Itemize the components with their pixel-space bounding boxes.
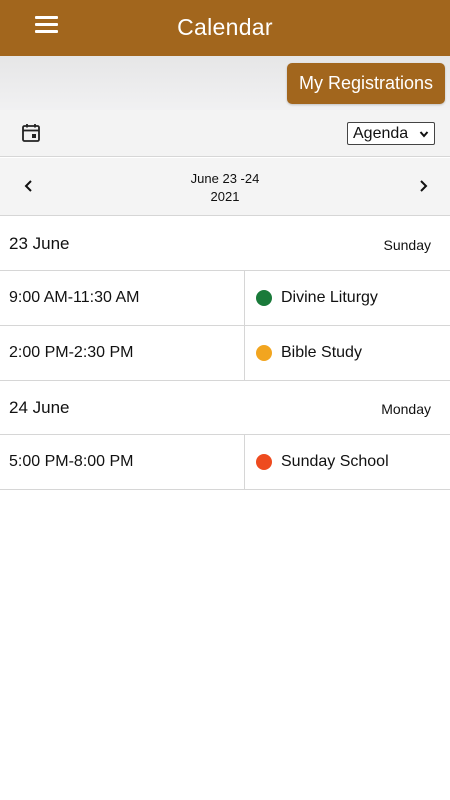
date-range-dates: June 23 -24 <box>190 171 260 186</box>
view-mode-select[interactable]: Agenda <box>347 122 435 145</box>
date-range: June 23 -24 2021 <box>0 170 450 206</box>
day-weekday: Sunday <box>383 237 431 253</box>
day-header: 24 June Monday <box>0 381 450 435</box>
app-bar: Calendar <box>0 0 450 56</box>
event-color-dot <box>256 454 272 470</box>
page-title: Calendar <box>177 14 273 40</box>
event-time: 9:00 AM-11:30 AM <box>9 289 140 306</box>
day-header: 23 June Sunday <box>0 217 450 271</box>
view-mode-value: Agenda <box>353 125 409 142</box>
divider <box>244 271 245 325</box>
event-row[interactable]: 9:00 AM-11:30 AM Divine Liturgy <box>0 271 450 326</box>
chevron-down-icon <box>419 131 429 138</box>
event-name: Bible Study <box>281 344 362 361</box>
chevron-right-icon[interactable] <box>413 176 433 196</box>
divider <box>244 435 245 489</box>
day-date: 23 June <box>9 234 70 253</box>
event-time: 2:00 PM-2:30 PM <box>9 344 134 361</box>
event-row[interactable]: 5:00 PM-8:00 PM Sunday School <box>0 435 450 490</box>
calendar-icon[interactable] <box>21 123 41 143</box>
date-range-year: 2021 <box>210 189 240 204</box>
date-range-bar: June 23 -24 2021 <box>0 158 450 216</box>
event-color-dot <box>256 290 272 306</box>
divider <box>244 326 245 380</box>
event-time: 5:00 PM-8:00 PM <box>9 453 134 470</box>
calendar-toolbar: Agenda <box>0 110 450 157</box>
event-row[interactable]: 2:00 PM-2:30 PM Bible Study <box>0 326 450 381</box>
day-weekday: Monday <box>381 401 431 417</box>
event-name: Sunday School <box>281 453 389 470</box>
event-name: Divine Liturgy <box>281 289 378 306</box>
event-color-dot <box>256 345 272 361</box>
day-date: 24 June <box>9 398 70 417</box>
registrations-bar: My Registrations <box>0 56 450 110</box>
my-registrations-button[interactable]: My Registrations <box>286 63 445 104</box>
